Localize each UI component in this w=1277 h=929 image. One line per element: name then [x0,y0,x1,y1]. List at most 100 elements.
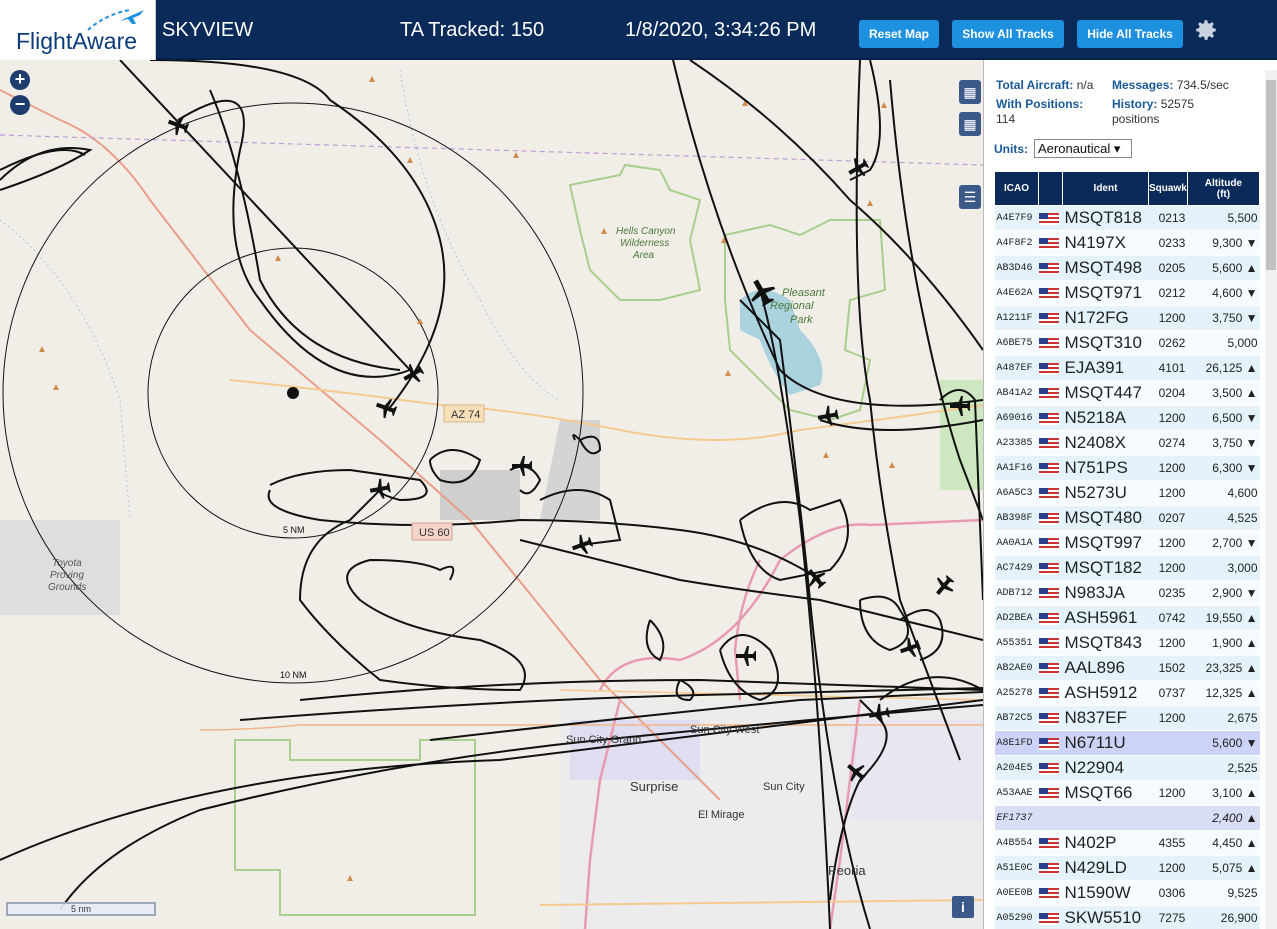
col-altitude[interactable]: Altitude (ft) [1186,171,1261,206]
altitude-cell: 4,600 ▼ [1187,280,1260,306]
table-row[interactable]: A05290 SKW5510 7275 26,900 [994,905,1260,929]
altitude-cell: 2,700 ▼ [1187,530,1260,556]
table-row[interactable]: AB41A2 MSQT447 0204 3,500 ▲ [994,380,1260,406]
us-flag-icon [1038,262,1059,275]
show-all-tracks-button[interactable]: Show All Tracks [952,20,1064,48]
table-row[interactable]: A8E1FD N6711U 5,600 ▼ [994,730,1260,756]
squawk-cell: 0262 [1148,330,1188,356]
icao-cell: A6BE75 [994,330,1039,356]
table-row[interactable]: A4E62A MSQT971 0212 4,600 ▼ [994,280,1260,306]
table-row[interactable]: A25278 ASH5912 0737 12,325 ▲ [994,680,1260,706]
squawk-cell: 1200 [1148,630,1188,656]
map-layer: Hells Canyon Wilderness Area Pleasant Re… [0,60,983,929]
us-flag-icon [1038,837,1059,850]
icao-cell: A4F8F2 [994,230,1039,256]
flag-cell [1038,630,1063,656]
table-row[interactable]: A4F8F2 N4197X 0233 9,300 ▼ [994,230,1260,256]
table-row[interactable]: A6BE75 MSQT310 0262 5,000 [994,330,1260,356]
scrollbar[interactable] [1265,70,1277,929]
table-row[interactable]: A6A5C3 N5273U 1200 4,600 [994,480,1260,506]
flag-cell [1038,780,1063,806]
table-row[interactable]: A1211F N172FG 1200 3,750 ▼ [994,305,1260,331]
flag-cell [1038,405,1063,431]
table-row[interactable]: AB3D46 MSQT498 0205 5,600 ▲ [994,255,1260,281]
col-flag[interactable] [1038,171,1063,206]
icao-cell: A69016 [994,405,1039,431]
us-flag-icon [1038,487,1059,500]
map-layers-icon[interactable]: ▦ [959,80,981,104]
zoom-out-button[interactable]: − [10,95,30,115]
us-flag-icon [1038,287,1059,300]
squawk-cell: 4101 [1148,355,1188,381]
altitude-cell: 4,600 [1187,480,1260,506]
squawk-cell [1148,730,1188,756]
icao-cell: A4E62A [994,280,1039,306]
table-row[interactable]: A0EE0B N1590W 0306 9,525 [994,880,1260,906]
squawk-cell [1148,805,1188,831]
table-row[interactable]: AC7429 MSQT182 1200 3,000 [994,555,1260,581]
label-grounds: Grounds [48,582,86,593]
altitude-cell: 4,450 ▲ [1187,830,1260,856]
col-ident[interactable]: Ident [1062,171,1149,206]
flightaware-logo[interactable]: FlightAware [0,0,156,60]
ident-cell [1062,805,1149,831]
map-canvas[interactable]: Hells Canyon Wilderness Area Pleasant Re… [0,60,983,929]
gear-icon[interactable] [1193,17,1219,43]
altitude-cell: 3,100 ▲ [1187,780,1260,806]
table-row[interactable]: AD2BEA ASH5961 0742 19,550 ▲ [994,605,1260,631]
table-row[interactable]: ADB712 N983JA 0235 2,900 ▼ [994,580,1260,606]
table-row[interactable]: A55351 MSQT843 1200 1,900 ▲ [994,630,1260,656]
squawk-cell: 1502 [1148,655,1188,681]
reset-map-button[interactable]: Reset Map [859,20,939,48]
ident-cell: N5218A [1062,405,1149,431]
label-toyota: Toyota [52,558,82,569]
units-select[interactable]: Aeronautical ▾ [1034,139,1132,158]
table-row[interactable]: AB398F MSQT480 0207 4,525 [994,505,1260,531]
table-row[interactable]: A204E5 N22904 2,525 [994,755,1260,781]
ident-cell: N2408X [1062,430,1149,456]
toggle-sidebar-icon[interactable]: ☰ [959,185,981,209]
altitude-cell: 3,750 ▼ [1187,305,1260,331]
ident-cell: N402P [1062,830,1149,856]
squawk-cell: 0274 [1148,430,1188,456]
us-flag-icon [1038,687,1059,700]
squawk-cell: 4355 [1148,830,1188,856]
ident-cell: MSQT843 [1062,630,1149,656]
col-squawk[interactable]: Squawk [1148,171,1188,206]
table-row[interactable]: A23385 N2408X 0274 3,750 ▼ [994,430,1260,456]
flag-cell [1038,480,1063,506]
with-positions-label: With Positions: [996,97,1084,111]
label-pleasant: Pleasant [782,287,826,299]
altitude-cell: 3,000 [1187,555,1260,581]
flag-cell [1038,830,1063,856]
table-row[interactable]: A69016 N5218A 1200 6,500 ▼ [994,405,1260,431]
icao-cell: AA1F16 [994,455,1039,481]
table-row[interactable]: A487EF EJA391 4101 26,125 ▲ [994,355,1260,381]
icao-cell: A55351 [994,630,1039,656]
us-flag-icon [1038,237,1059,250]
table-row[interactable]: EF1737 2,400 ▲ [994,805,1260,831]
zoom-in-button[interactable]: + [10,70,30,90]
flag-cell [1038,755,1063,781]
table-row[interactable]: A51E0C N429LD 1200 5,075 ▲ [994,855,1260,881]
squawk-cell: 1200 [1148,555,1188,581]
col-icao[interactable]: ICAO [994,171,1039,206]
squawk-cell: 0737 [1148,680,1188,706]
table-row[interactable]: AB72C5 N837EF 1200 2,675 [994,705,1260,731]
grid-icon[interactable]: ▦ [959,112,981,136]
flag-cell [1038,280,1063,306]
info-icon[interactable]: i [952,896,974,918]
table-row[interactable]: A4E7F9 MSQT818 0213 5,500 [994,205,1260,231]
icao-cell: A25278 [994,680,1039,706]
table-row[interactable]: AA1F16 N751PS 1200 6,300 ▼ [994,455,1260,481]
hide-all-tracks-button[interactable]: Hide All Tracks [1077,20,1183,48]
table-row[interactable]: A53AAE MSQT66 1200 3,100 ▲ [994,780,1260,806]
squawk-cell: 0212 [1148,280,1188,306]
table-row[interactable]: AA0A1A MSQT997 1200 2,700 ▼ [994,530,1260,556]
sidebar-panel: Total Aircraft: n/a Messages: 734.5/sec … [983,60,1277,929]
table-row[interactable]: A4B554 N402P 4355 4,450 ▲ [994,830,1260,856]
altitude-cell: 3,750 ▼ [1187,430,1260,456]
squawk-cell: 0742 [1148,605,1188,631]
squawk-cell: 0213 [1148,205,1188,231]
table-row[interactable]: AB2AE0 AAL896 1502 23,325 ▲ [994,655,1260,681]
